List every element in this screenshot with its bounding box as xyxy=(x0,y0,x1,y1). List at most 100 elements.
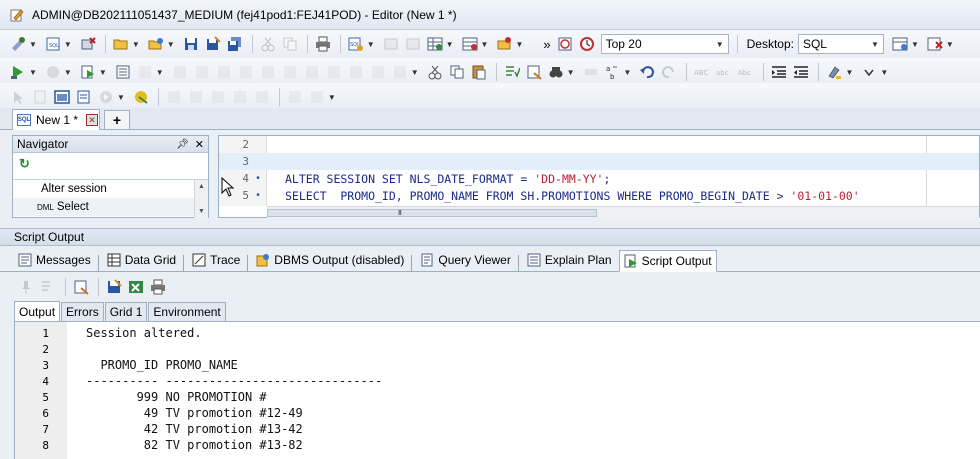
step-into-icon[interactable] xyxy=(236,63,256,81)
find-icon[interactable] xyxy=(546,63,566,81)
report-icon[interactable] xyxy=(164,88,184,106)
play-icon[interactable] xyxy=(96,88,116,106)
commit-icon[interactable] xyxy=(302,63,322,81)
pin-icon[interactable]: 📌︎ xyxy=(176,139,189,150)
undo-icon[interactable] xyxy=(637,63,657,81)
find-next-icon[interactable] xyxy=(581,63,601,81)
save-icon[interactable] xyxy=(104,278,124,296)
save-icon[interactable] xyxy=(181,35,201,53)
excel-icon[interactable] xyxy=(126,278,146,296)
clear-icon[interactable] xyxy=(524,63,544,81)
run-statement-icon[interactable] xyxy=(8,63,28,81)
undo-history-icon[interactable] xyxy=(381,35,401,53)
close-icon[interactable]: ✕ xyxy=(86,114,99,126)
scrollbar-thumb[interactable]: III xyxy=(267,209,597,217)
sql-editor[interactable]: 2 3 4 • ALTER SESSION SET NLS_DATE_FORMA… xyxy=(218,135,980,218)
toolbar-overflow[interactable]: » xyxy=(543,37,550,52)
tab-data-grid[interactable]: Data Grid xyxy=(103,249,180,271)
code-line[interactable]: 4 • ALTER SESSION SET NLS_DATE_FORMAT = … xyxy=(219,170,979,187)
lowercase-icon[interactable]: abc xyxy=(714,63,734,81)
initcap-icon[interactable]: Abc xyxy=(736,63,756,81)
tab-messages[interactable]: Messages xyxy=(14,249,95,271)
step-icon[interactable] xyxy=(214,63,234,81)
close-layout-icon[interactable] xyxy=(925,35,945,53)
unindent-icon[interactable] xyxy=(791,63,811,81)
sql-history-icon[interactable]: SQL xyxy=(346,35,366,53)
disconnect-icon[interactable] xyxy=(78,35,98,53)
uppercase-icon[interactable]: ABC xyxy=(692,63,712,81)
tab-environment[interactable]: Environment xyxy=(148,302,226,321)
chevron-down-icon[interactable]: ▼ xyxy=(198,208,205,215)
report-edit-icon[interactable] xyxy=(186,88,206,106)
save-all-icon[interactable] xyxy=(225,35,245,53)
window-icon[interactable] xyxy=(52,88,72,106)
save-as-icon[interactable] xyxy=(203,35,223,53)
tab-trace[interactable]: Trace xyxy=(188,249,244,271)
new-tab-button[interactable]: + xyxy=(104,110,130,129)
top-rows-select[interactable]: Top 20 ▼ xyxy=(600,34,729,54)
refresh-icon[interactable]: ↻ xyxy=(13,153,208,175)
list-item[interactable]: DML Select xyxy=(13,198,208,216)
tools-icon[interactable] xyxy=(494,35,514,53)
paste-icon[interactable] xyxy=(469,63,489,81)
cut-icon[interactable] xyxy=(425,63,445,81)
tab-dbms-output[interactable]: DBMS Output (disabled) xyxy=(252,249,408,271)
report-copy-icon[interactable] xyxy=(230,88,250,106)
indent-icon[interactable] xyxy=(769,63,789,81)
sql-history-icon[interactable] xyxy=(38,278,58,296)
grid-icon[interactable] xyxy=(425,35,445,53)
print-icon[interactable] xyxy=(148,278,168,296)
script-output-text[interactable]: 1 Session altered. 2 3 PROMO_ID PROMO_NAM… xyxy=(14,322,980,459)
tab-errors[interactable]: Errors xyxy=(61,302,104,321)
copy-icon[interactable] xyxy=(280,35,300,53)
debug-icon[interactable] xyxy=(170,63,190,81)
report-run-icon[interactable] xyxy=(208,88,228,106)
toggle-comment-icon[interactable] xyxy=(502,63,522,81)
horizontal-scrollbar[interactable]: III xyxy=(267,206,979,218)
code-line[interactable]: 2 xyxy=(219,136,979,153)
wizard-icon[interactable] xyxy=(131,88,151,106)
tab-output[interactable]: Output xyxy=(14,301,61,321)
sql-worksheet-icon[interactable]: SQL xyxy=(43,35,63,53)
tab-query-viewer[interactable]: Query Viewer xyxy=(416,249,514,271)
pin-icon[interactable] xyxy=(16,278,36,296)
tab-new-1[interactable]: SQL New 1 * ✕ xyxy=(12,109,100,130)
autotrace-icon[interactable] xyxy=(555,35,575,53)
run-script-icon[interactable] xyxy=(78,63,98,81)
tasks-icon[interactable] xyxy=(74,88,94,106)
code-line[interactable]: 3 xyxy=(219,153,979,170)
scrollbar[interactable]: ▲ ▼ xyxy=(194,180,208,218)
reopen-icon[interactable] xyxy=(146,35,166,53)
desktop-select[interactable]: SQL ▼ xyxy=(797,34,884,54)
step-out-icon[interactable] xyxy=(258,63,278,81)
report-delete-icon[interactable] xyxy=(252,88,272,106)
list-item[interactable]: Alter session xyxy=(13,180,208,198)
variables-icon[interactable] xyxy=(192,63,212,81)
new-icon[interactable] xyxy=(30,88,50,106)
tab-script-output[interactable]: Script Output xyxy=(618,250,717,272)
format-icon[interactable] xyxy=(368,63,388,81)
stop-icon[interactable] xyxy=(43,63,63,81)
layout-icon[interactable] xyxy=(890,35,910,53)
tab-explain-plan[interactable]: Explain Plan xyxy=(523,249,616,271)
pin-icon[interactable] xyxy=(285,88,305,106)
compile-icon[interactable] xyxy=(346,63,366,81)
snapshot-icon[interactable] xyxy=(307,88,327,106)
tab-grid-1[interactable]: Grid 1 xyxy=(104,302,148,321)
explain-icon[interactable] xyxy=(113,63,133,81)
cancel-icon[interactable] xyxy=(390,63,410,81)
chevron-up-icon[interactable]: ▲ xyxy=(198,183,205,190)
table-icon[interactable] xyxy=(460,35,480,53)
open-folder-icon[interactable] xyxy=(111,35,131,53)
rollback-icon[interactable] xyxy=(324,63,344,81)
cursor-icon[interactable] xyxy=(8,88,28,106)
print-icon[interactable] xyxy=(313,35,333,53)
autotrace-run-icon[interactable] xyxy=(135,63,155,81)
replace-icon[interactable]: ab xyxy=(603,63,623,81)
clear-icon[interactable] xyxy=(71,278,91,296)
snippets-icon[interactable] xyxy=(403,35,423,53)
close-icon[interactable]: ✕ xyxy=(195,138,204,151)
cut-icon[interactable] xyxy=(258,35,278,53)
redo-icon[interactable] xyxy=(659,63,679,81)
connect-icon[interactable] xyxy=(8,35,28,53)
